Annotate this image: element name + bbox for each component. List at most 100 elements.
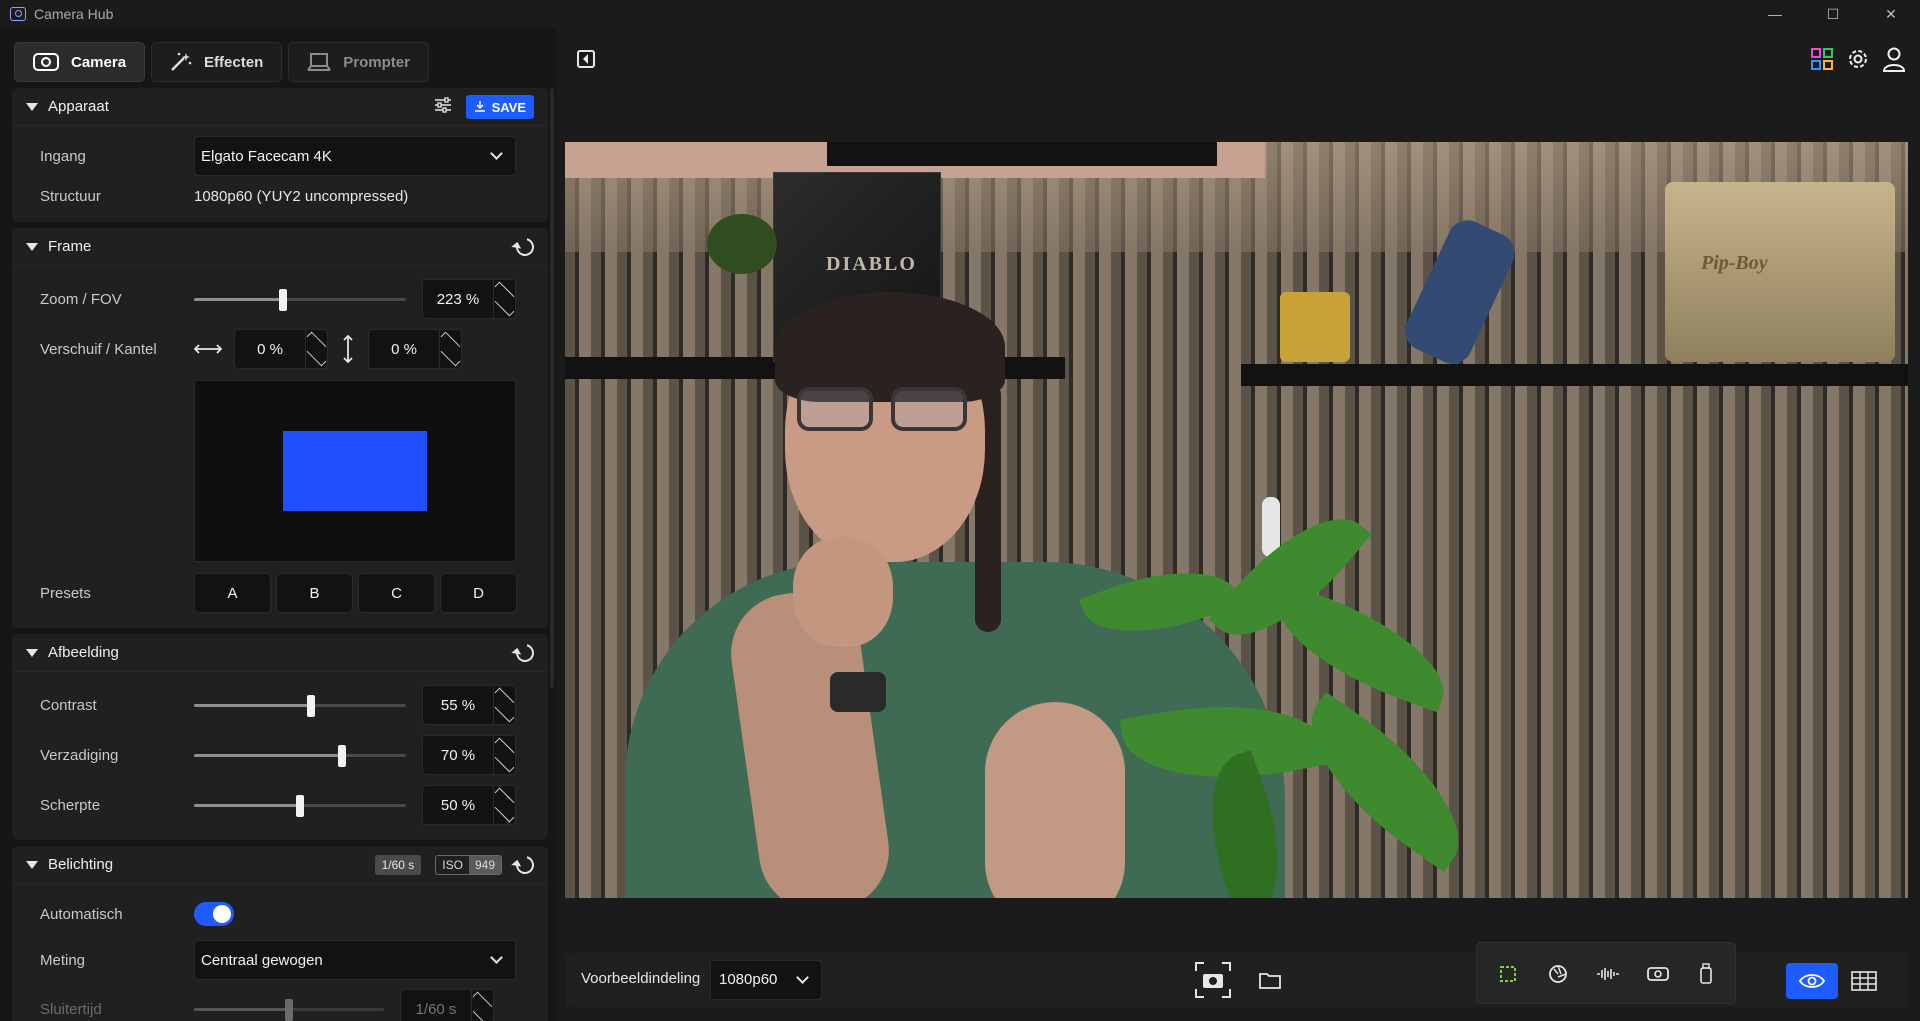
preset-c-button[interactable]: C [358,573,435,613]
preview-diablo-text: DIABLO [826,253,917,275]
zoom-row: Zoom / FOV 223 % [40,274,534,324]
slider-thumb[interactable] [338,745,347,767]
zoom-spinbox[interactable]: 223 % [422,279,516,319]
preview-tools-group [1476,942,1736,1004]
aperture-icon [1549,965,1567,983]
eye-icon [1799,974,1825,988]
slider-thumb[interactable] [306,695,315,717]
gear-icon[interactable] [1846,47,1870,76]
contrast-spinbox[interactable]: 55 % [422,685,516,725]
increment-button[interactable] [494,786,515,808]
vertical-arrows-icon [328,335,368,363]
preview-person-watch [830,672,886,712]
scherpte-slider[interactable] [194,795,406,817]
device-button[interactable] [1687,955,1725,993]
preview-gold-figure [1280,292,1350,362]
crop-guide-button[interactable] [1489,955,1527,993]
grid-icon [1851,971,1877,991]
decrement-button[interactable] [440,346,461,368]
open-folder-button[interactable] [1251,961,1289,999]
decrement-button[interactable] [472,1006,493,1021]
ingang-dropdown[interactable]: Elgato Facecam 4K [194,136,516,176]
section-afbeelding-body: Contrast 55 % Verzadiging 70 % Scherpte … [12,672,548,840]
frame-position-rect[interactable] [283,431,427,511]
verzadiging-slider[interactable] [194,745,406,767]
settings-scrollbar[interactable] [550,88,554,688]
contrast-slider[interactable] [194,695,406,717]
decrement-button[interactable] [494,802,515,824]
verzadiging-row: Verzadiging 70 % [40,730,534,780]
snapshot-button[interactable] [1194,961,1232,999]
reset-icon[interactable] [512,234,538,260]
iso-badge-value: 949 [468,856,501,874]
prompter-icon [307,52,332,72]
apps-icon[interactable] [1810,47,1834,76]
increment-button[interactable] [472,990,493,1012]
preview-person-hair [775,292,1005,402]
preset-a-button[interactable]: A [194,573,271,613]
meting-value: Centraal gewogen [201,951,323,969]
sluitertijd-spinbox[interactable]: 1/60 s [400,989,494,1021]
slider-thumb[interactable] [296,795,304,817]
sluitertijd-slider[interactable] [194,999,384,1021]
maximize-button[interactable]: ☐ [1804,0,1862,28]
increment-button[interactable] [306,330,327,352]
section-afbeelding-header[interactable]: Afbeelding [12,634,548,672]
decrement-button[interactable] [494,296,515,318]
close-button[interactable]: ✕ [1862,0,1920,28]
increment-button[interactable] [494,736,515,758]
increment-button[interactable] [494,280,515,302]
slider-thumb[interactable] [279,289,288,311]
camera-button[interactable] [1639,955,1677,993]
section-afbeelding-title: Afbeelding [48,644,119,661]
section-apparaat: Apparaat SAVE Ingang Elgato Facecam 4K S… [12,88,548,222]
preset-d-button[interactable]: D [440,573,517,613]
horizontal-arrows-icon [194,342,234,356]
tab-camera[interactable]: Camera [14,42,146,82]
verzadiging-spinbox[interactable]: 70 % [422,735,516,775]
frame-position-preview[interactable] [194,380,516,562]
layout-dropdown[interactable]: 1080p60 [710,960,822,1000]
save-button-label: SAVE [491,99,526,115]
pan-tilt-row: Verschuif / Kantel 0 % 0 % [40,324,534,374]
tilt-spinbox[interactable]: 0 % [368,329,462,369]
grid-view-button[interactable] [1838,963,1890,999]
reset-icon[interactable] [512,852,538,878]
camera-preview[interactable]: DIABLO Pip-Boy [565,142,1908,898]
preset-b-button[interactable]: B [276,573,353,613]
save-button[interactable]: SAVE [465,95,534,119]
title-bar: Camera Hub — ☐ ✕ [0,0,1920,28]
section-apparaat-actions: SAVE [434,88,534,126]
slider-fill [194,704,311,707]
toggle-knob [213,905,231,923]
minimize-button[interactable]: — [1746,0,1804,28]
tab-effecten[interactable]: Effecten [151,42,283,82]
scherpte-spinbox[interactable]: 50 % [422,785,516,825]
slider-thumb[interactable] [285,999,293,1021]
section-belichting-header[interactable]: Belichting 1/60 s ISO 949 [12,846,548,884]
decrement-button[interactable] [306,346,327,368]
decrement-button[interactable] [494,752,515,774]
audio-button[interactable] [1589,955,1627,993]
pan-spinbox[interactable]: 0 % [234,329,328,369]
sliders-settings-icon[interactable] [434,96,452,118]
zoom-slider[interactable] [194,289,406,311]
automatisch-toggle[interactable] [194,902,234,926]
preview-view-button[interactable] [1786,963,1838,999]
reset-icon[interactable] [512,640,538,666]
increment-button[interactable] [494,686,515,708]
section-frame-body: Zoom / FOV 223 % Verschuif / Kantel 0 % … [12,266,548,628]
shutter-badge: 1/60 s [374,855,422,875]
decrement-button[interactable] [494,702,515,724]
section-frame-header[interactable]: Frame [12,228,548,266]
meting-dropdown[interactable]: Centraal gewogen [194,940,516,980]
exposure-button[interactable] [1539,955,1577,993]
settings-scroll-area[interactable]: Apparaat SAVE Ingang Elgato Facecam 4K S… [12,88,548,1021]
section-apparaat-header[interactable]: Apparaat SAVE [12,88,548,126]
iso-badge: ISO 949 [435,855,502,875]
account-icon[interactable] [1882,46,1906,77]
preview-pipboy-text: Pip-Boy [1701,252,1768,274]
tab-prompter[interactable]: Prompter [288,42,429,82]
increment-button[interactable] [440,330,461,352]
collapse-sidebar-icon[interactable] [577,50,595,68]
